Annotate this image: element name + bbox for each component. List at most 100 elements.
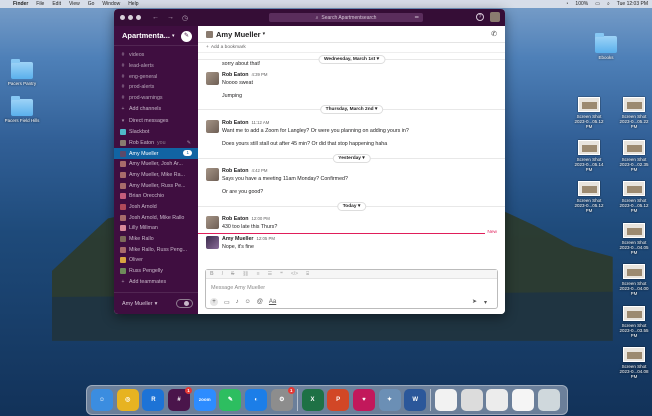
evernote-icon[interactable]: ✎ [219,389,242,411]
desktop-screenshot[interactable]: Screen Shot 2023-0...04.00 PM [616,264,652,296]
add-teammates-button[interactable]: + Add teammates [114,276,198,287]
document-icon[interactable] [486,389,509,411]
menu-view[interactable]: View [69,1,80,7]
app-icon[interactable]: R [142,389,165,411]
message-author[interactable]: Rob Eaton 4:39 PM [222,72,268,78]
link-icon[interactable]: ⛓ [242,271,248,277]
word-icon[interactable]: W [404,389,427,411]
settings-icon[interactable]: ⚙ 1 [270,387,295,411]
menu-file[interactable]: File [36,1,44,7]
edit-icon[interactable]: ✎ [187,140,191,146]
sidebar-item-group-dm[interactable]: Josh Arnold, Mike Rallo [114,212,198,223]
message-author[interactable]: Rob Eaton 12:00 PM [222,216,270,222]
search-icon[interactable]: ⌕ [607,1,610,7]
slack-icon[interactable]: #1 [168,387,193,411]
sidebar-item-videos[interactable]: # videos [114,50,198,61]
desktop-screenshot[interactable]: Screen Shot 2023-0...04.08 PM [616,347,652,379]
search-input[interactable]: ⌕ Search Apartmentsearch ⚌ [269,13,423,22]
workspace-header[interactable]: Apartmenta... ▾ ✎ [114,26,198,46]
document-icon[interactable] [460,389,483,411]
phone-icon[interactable]: ✆ [491,30,497,38]
back-arrow-icon[interactable]: ← [152,14,159,21]
sidebar-item-lead-alerts[interactable]: # lead-alerts [114,61,198,72]
minimize-window-button[interactable] [128,15,133,20]
sidebar-footer[interactable]: Amy Mueller ▾ [114,292,198,314]
huddle-toggle[interactable] [176,299,193,308]
code-icon[interactable]: </> [291,271,298,277]
desktop-folder[interactable]: Pacers Field Hills [2,96,42,123]
avatar[interactable] [206,236,219,249]
date-pill[interactable]: Thursday, March 2nd ▾ [319,105,384,114]
avatar[interactable] [206,168,219,181]
dm-section-header[interactable]: ▾ Direct messages [114,116,198,127]
compose-icon[interactable]: ✎ [181,31,192,42]
help-icon[interactable]: ? [476,13,484,21]
chrome-icon[interactable]: ◎ [116,389,139,411]
microphone-icon[interactable]: ♪ [236,299,239,305]
sidebar-item-russ-pengelly[interactable]: Russ Pengelly [114,266,198,277]
chevron-down-icon[interactable]: ▾ [263,31,266,37]
blockquote-icon[interactable]: ❝ [280,271,283,277]
excel-icon[interactable]: X [301,389,324,411]
sidebar-item-josh-arnold[interactable]: Josh Arnold [114,202,198,213]
kiss-app-icon[interactable]: ♥ [352,389,375,411]
bullet-list-icon[interactable]: ☰ [268,271,272,277]
finder-icon[interactable]: ☺ [91,389,113,411]
sidebar-item-slackbot[interactable]: Slackbot [114,127,198,138]
code-block-icon[interactable]: ⌸ [306,271,309,277]
sidebar-item-oliver[interactable]: Oliver [114,255,198,266]
close-window-button[interactable] [120,15,125,20]
sidebar-item-prod-warnings[interactable]: # prod-warnings [114,93,198,104]
avatar[interactable] [490,12,500,22]
wifi-icon[interactable]: ◔ [565,1,568,7]
text-format-icon[interactable]: Aa [269,299,276,305]
menu-finder[interactable]: Finder [13,1,28,7]
message-input[interactable]: Message Amy Mueller [206,279,497,296]
message-author[interactable]: Rob Eaton 11:12 AM [222,120,269,126]
plus-icon[interactable]: + [210,298,218,306]
sidebar-item-group-dm[interactable]: Amy Mueller, Mike Ra... [114,170,198,181]
avatar[interactable] [206,216,219,229]
battery-level[interactable]: 100% [575,1,588,7]
trash-icon[interactable] [537,389,560,411]
menu-go[interactable]: Go [88,1,95,7]
desktop-screenshot[interactable]: Screen Shot 2023-0...04.05 PM [616,223,652,255]
desktop-screenshot[interactable]: Screen Shot 2023-0...05.12 PM [571,181,607,213]
date-pill[interactable]: Wednesday, March 1st ▾ [317,55,386,64]
sidebar-item-lilly-millman[interactable]: Lilly Millman [114,223,198,234]
battery-icon[interactable]: ▭ [595,1,600,7]
workspace-name[interactable]: Apartmenta... [122,31,170,40]
powerpoint-icon[interactable]: P [327,389,350,411]
add-channels-button[interactable]: + Add channels [114,103,198,114]
bold-icon[interactable]: B [210,271,214,277]
zoom-icon[interactable]: zoom [193,389,216,411]
message-author[interactable]: Rob Eaton 4:42 PM [222,168,268,174]
menu-edit[interactable]: Edit [52,1,61,7]
desktop-screenshot[interactable]: Screen Shot 2023-0...02.35 PM [616,140,652,172]
ordered-list-icon[interactable]: ≡ [257,271,260,277]
filter-icon[interactable]: ⚌ [415,14,419,20]
strikethrough-icon[interactable]: S [231,271,234,277]
clock[interactable]: Tue 12:03 PM [617,1,648,7]
italic-icon[interactable]: I [222,271,223,277]
add-bookmark-button[interactable]: + Add a bookmark [198,43,505,53]
desktop-folder[interactable]: Ebooks [586,33,626,60]
channel-title[interactable]: Amy Mueller [216,30,261,39]
menu-window[interactable]: Window [102,1,120,7]
video-icon[interactable]: ▭ [224,299,230,306]
desktop-screenshot[interactable]: Screen Shot 2023-0...05.12 PM [616,181,652,213]
safari-icon[interactable]: ◐ [245,389,268,411]
send-icon[interactable]: ➤ [472,298,477,305]
sidebar-item-rob-eaton[interactable]: Rob Eaton you ✎ [114,138,198,149]
forward-arrow-icon[interactable]: → [167,14,174,21]
sidebar-item-group-dm[interactable]: Mike Rallo, Russ Peng... [114,244,198,255]
sidebar-item-mike-rallo[interactable]: Mike Rallo [114,234,198,245]
mention-icon[interactable]: @ [257,299,263,305]
emoji-icon[interactable]: ☺ [245,299,251,305]
sidebar-item-amy-mueller[interactable]: Amy Mueller 1 [114,148,198,159]
history-icon[interactable]: ◷ [182,14,188,22]
desktop-screenshot[interactable]: Screen Shot 2023-0...05.14 PM [571,140,607,172]
zoom-window-button[interactable] [136,15,141,20]
menu-help[interactable]: Help [128,1,138,7]
sidebar-item-group-dm[interactable]: Amy Mueller, Josh Ar... [114,159,198,170]
